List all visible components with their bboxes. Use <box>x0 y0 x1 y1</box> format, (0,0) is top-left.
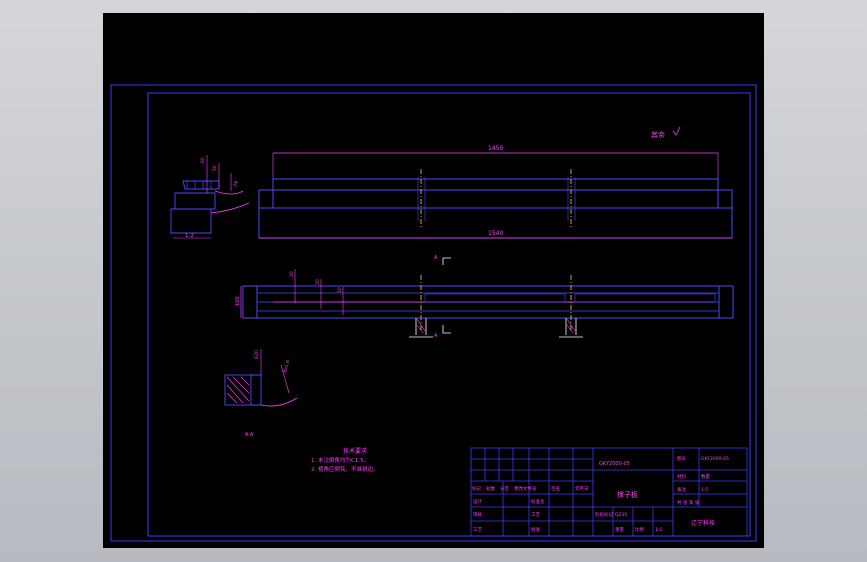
plan-view: A A 100 20 20 10 <box>235 255 734 339</box>
taper-view: 1:2 60 50 28 <box>170 155 250 239</box>
taper-label: 1:2 <box>185 233 194 239</box>
tb-scale-label: 比例 <box>635 526 644 533</box>
dim-left-a: 60 <box>200 157 206 163</box>
tb-right-mid-1: 材料 <box>677 473 686 480</box>
tb-weight: 重量 <box>615 526 624 533</box>
dim-left-c: 28 <box>232 180 240 188</box>
section-view-label: A-A <box>245 432 254 438</box>
tb-craft-2: 工艺 <box>531 512 540 518</box>
tb-craft: 工艺 <box>473 527 482 533</box>
tb-right-top-1: 图号 <box>677 456 686 462</box>
front-view: 1450 1540 <box>258 145 733 239</box>
tech-requirements: 技术要求 1. 未注倒角均为C1.5。 2. 棱角应倒钝，不准锐边。 <box>311 447 379 473</box>
tb-stage: 阶段标记 <box>595 511 613 518</box>
tb-right-mid-3: 备注 <box>677 486 686 493</box>
dim-length-bottom: 1540 <box>488 230 503 237</box>
drawing-canvas[interactable]: 其余 1450 1540 1:2 60 50 28 A A 100 20 20 … <box>103 13 764 548</box>
tb-right-top-2: GKY2000-05 <box>701 456 729 462</box>
tb-sheet: 共 张 第 张 <box>677 499 700 506</box>
tb-company: 辽宁科技 <box>691 519 715 527</box>
tb-design: 设计 <box>473 498 482 505</box>
tb-right-mid-2: 数量 <box>701 473 710 480</box>
tech-req-title: 技术要求 <box>343 447 367 455</box>
dim-length-top: 1450 <box>488 145 503 152</box>
dim-small-3: 10 <box>337 287 343 293</box>
tech-req-1: 1. 未注倒角均为C1.5。 <box>311 456 369 464</box>
section-mark-bottom: A <box>434 333 438 339</box>
height-label: 100 <box>235 296 241 306</box>
detail-dim-b: Ra1.6 <box>282 359 291 373</box>
tb-approve: 批准 <box>531 526 540 533</box>
tb-zone: 分区 <box>500 485 509 492</box>
cad-viewer: 其余 1450 1540 1:2 60 50 28 A A 100 20 20 … <box>0 0 867 562</box>
roughness-note: 其余 <box>651 130 665 139</box>
drawing-svg: 其余 1450 1540 1:2 60 50 28 A A 100 20 20 … <box>110 84 757 542</box>
dim-left-b: 50 <box>212 165 218 171</box>
roughness-symbol <box>672 126 681 136</box>
tb-right-mid-4: 1:5 <box>701 487 708 493</box>
detail-view: R20 Ra1.6 A-A <box>224 349 298 438</box>
tb-date: 年月日 <box>575 485 589 492</box>
inner-frame <box>147 92 751 537</box>
tb-count: 处数 <box>486 485 495 492</box>
tb-std: 标准化 <box>531 498 545 505</box>
tb-drawing-no: GKY2000-05 <box>599 461 630 467</box>
section-mark-top: A <box>434 255 438 261</box>
tb-part-name: 撑子板 <box>617 490 638 499</box>
title-block-text: 标记 处数 分区 更改文件号 签名 年月日 设计 标准化 审核 工艺 批准 工艺… <box>472 456 729 533</box>
tb-scale: 1:5 <box>655 527 662 533</box>
tb-material: Q235 <box>615 512 627 518</box>
tb-change: 更改文件号 <box>514 485 537 492</box>
tb-sign: 签名 <box>551 485 560 492</box>
tb-mark: 标记 <box>472 485 481 492</box>
tech-req-2: 2. 棱角应倒钝，不准锐边。 <box>311 465 379 473</box>
dim-small-2: 20 <box>315 279 321 285</box>
detail-dim-a: R20 <box>254 350 260 359</box>
tb-check: 审核 <box>473 511 482 518</box>
dim-small-1: 20 <box>289 271 295 277</box>
